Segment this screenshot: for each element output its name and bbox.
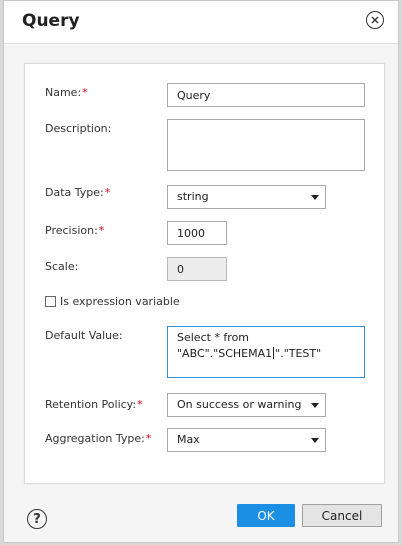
expression-variable-label: Is expression variable	[60, 295, 180, 308]
ok-button[interactable]: OK	[237, 504, 295, 527]
default-value-line-1: Select * from	[177, 331, 250, 344]
chevron-down-icon	[311, 195, 319, 200]
required-marker: *	[145, 432, 152, 445]
text-cursor	[273, 347, 275, 359]
precision-input[interactable]	[167, 221, 227, 245]
description-textarea[interactable]	[167, 119, 365, 171]
close-icon	[371, 16, 379, 24]
description-label: Description:	[45, 122, 112, 135]
expression-variable-checkbox[interactable]	[45, 296, 56, 307]
aggregation-type-label: Aggregation Type:*	[45, 432, 152, 445]
default-value-textarea[interactable]: Select * from "ABC"."SCHEMA1 "."TEST"	[167, 326, 365, 378]
chevron-down-icon	[311, 438, 319, 443]
required-marker: *	[137, 398, 143, 411]
expression-variable-row: Is expression variable	[45, 295, 180, 308]
dialog-header: Query	[4, 1, 398, 44]
name-input[interactable]	[167, 83, 365, 107]
data-type-value: string	[177, 190, 209, 203]
aggregation-type-value: Max	[177, 433, 200, 446]
data-type-label: Data Type:*	[45, 186, 111, 199]
chevron-down-icon	[311, 403, 319, 408]
precision-label: Precision:*	[45, 224, 105, 237]
help-icon[interactable]: ?	[27, 509, 47, 529]
name-label: Name:*	[45, 86, 88, 99]
retention-policy-value: On success or warning	[177, 398, 302, 411]
default-value-label: Default Value:	[45, 329, 123, 342]
cancel-button[interactable]: Cancel	[302, 504, 382, 527]
form-panel: Name:* Description: Data Type:* string P…	[24, 63, 385, 484]
retention-policy-select[interactable]: On success or warning	[167, 393, 326, 417]
scale-label: Scale:	[45, 260, 79, 273]
close-button[interactable]	[366, 11, 384, 29]
required-marker: *	[104, 186, 111, 199]
required-marker: *	[98, 224, 105, 237]
retention-policy-label: Retention Policy:*	[45, 398, 143, 411]
default-value-line-2: "ABC"."SCHEMA1 "."TEST"	[177, 347, 322, 360]
scale-input	[167, 257, 227, 281]
required-marker: *	[82, 86, 88, 99]
dialog-title: Query	[22, 11, 80, 31]
query-dialog: Query Name:* Description: Data Type:* st…	[3, 0, 399, 543]
data-type-select[interactable]: string	[167, 185, 326, 209]
aggregation-type-select[interactable]: Max	[167, 428, 326, 452]
